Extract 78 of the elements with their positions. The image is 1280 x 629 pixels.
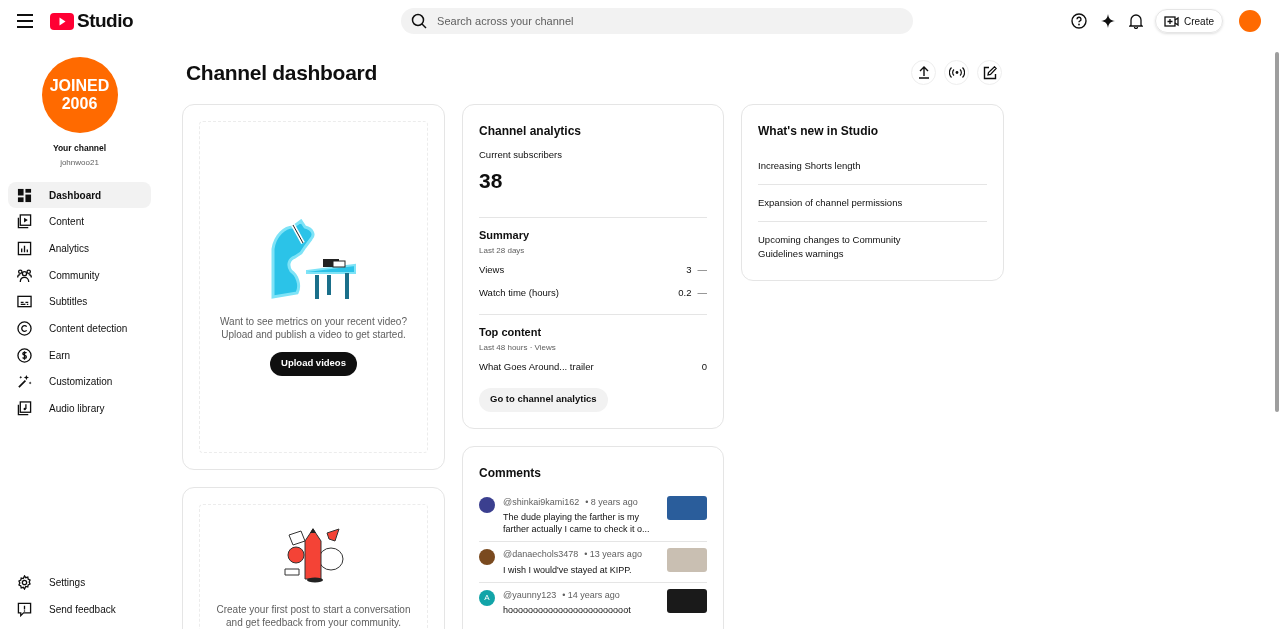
sparkle-icon[interactable] xyxy=(1101,14,1115,28)
channel-label: Your channel xyxy=(52,142,107,155)
news-link[interactable]: Expansion of channel permissions xyxy=(758,185,987,222)
comment-text: hoooooooooooooooooooooooot xyxy=(503,604,632,616)
search-icon xyxy=(411,13,428,29)
comment-text: The dude playing the farther is my farther actually I came to check it o... xyxy=(503,511,651,535)
trend-indicator: — xyxy=(697,285,707,300)
card-title: Channel analytics xyxy=(479,123,583,140)
video-thumbnail[interactable] xyxy=(667,588,707,613)
video-thumbnail[interactable] xyxy=(667,495,707,520)
notifications-icon[interactable] xyxy=(1129,13,1143,29)
user-avatar: A xyxy=(479,589,495,606)
subscribers-label: Current subscribers xyxy=(479,148,563,162)
section-period: Last 28 days xyxy=(479,245,526,258)
post-prompt: Create your first post to start a conversation and get feedback from your community. xyxy=(215,603,412,629)
subscriber-count: 38 xyxy=(479,168,504,195)
nav-item[interactable]: Community xyxy=(8,261,151,289)
comment-time: • 13 years ago xyxy=(584,548,642,561)
metric-label: Watch time (hours) xyxy=(479,285,559,300)
bar-chart-icon xyxy=(17,240,32,256)
people-icon xyxy=(17,267,32,283)
nav-item[interactable]: Customization xyxy=(8,368,151,396)
news-link[interactable]: Increasing Shorts length xyxy=(758,148,987,185)
analytics-button[interactable]: Go to channel analytics xyxy=(479,387,608,412)
copyright-icon xyxy=(17,321,32,337)
subtitles-icon xyxy=(17,294,32,310)
comment-author[interactable]: @yaunny123 xyxy=(503,588,557,602)
comment-time: • 14 years ago xyxy=(562,588,620,602)
nav-item[interactable]: Subtitles xyxy=(8,288,151,316)
metric-label: Views xyxy=(479,263,505,278)
nav-item[interactable]: Send feedback xyxy=(8,596,151,623)
nav-item[interactable]: Content detection xyxy=(8,315,151,342)
scrollbar[interactable] xyxy=(1275,52,1279,412)
trend-indicator: — xyxy=(697,263,707,278)
logo-icon xyxy=(50,12,74,30)
comment-text: I wish I would've stayed at KIPP. xyxy=(503,563,633,576)
dashboard-icon xyxy=(17,187,32,203)
nav-item[interactable]: Audio library xyxy=(8,395,151,422)
metric-value: 3 xyxy=(686,263,692,278)
section-title: Top content xyxy=(479,324,543,340)
nav-item[interactable]: Earn xyxy=(8,341,151,369)
card-title: What's new in Studio xyxy=(758,123,880,140)
nav-item[interactable]: Settings xyxy=(8,569,151,597)
comment-time: • 8 years ago xyxy=(585,495,638,509)
video-library-icon xyxy=(17,214,32,230)
menu-icon[interactable] xyxy=(16,14,34,28)
nav-item[interactable]: Dashboard xyxy=(8,181,151,209)
comment-author[interactable]: @danaechols3478 xyxy=(503,548,579,562)
broadcast-icon xyxy=(948,67,965,78)
nav-item[interactable]: Content xyxy=(8,208,151,236)
comment-author[interactable]: @shinkai9kami162 xyxy=(503,495,580,509)
edit-icon xyxy=(982,65,997,80)
upload-prompt: Want to see metrics on your recent video? Upload and publish a video to get started. xyxy=(219,314,408,341)
card-title: Comments xyxy=(479,464,542,482)
page-title: Channel dashboard xyxy=(186,59,377,86)
search-field[interactable]: Search across your channel xyxy=(401,8,914,34)
logo-text: Studio xyxy=(77,8,134,33)
upload-icon xyxy=(917,66,930,79)
user-avatar xyxy=(479,496,495,513)
video-add-icon xyxy=(1164,15,1179,27)
metric-value: 0 xyxy=(701,360,707,375)
nav-item[interactable]: Analytics xyxy=(8,235,151,262)
magic-wand-icon xyxy=(17,374,32,390)
video-thumbnail[interactable] xyxy=(667,548,707,572)
news-link[interactable]: Upcoming changes to Community Guidelines warnings xyxy=(758,222,987,272)
dollar-icon xyxy=(17,347,32,363)
feedback-icon xyxy=(17,602,32,618)
music-library-icon xyxy=(17,401,32,417)
account-avatar[interactable] xyxy=(1239,10,1261,32)
upload-videos-button[interactable]: Upload videos xyxy=(270,351,357,376)
metric-label: What Goes Around... trailer xyxy=(479,360,594,375)
user-avatar xyxy=(479,549,495,565)
settings-icon xyxy=(17,575,32,591)
section-period: Last 48 hours · Views xyxy=(479,342,557,355)
help-icon[interactable] xyxy=(1071,13,1087,29)
channel-handle: johnwoo21 xyxy=(60,156,99,169)
metric-value: 0.2 xyxy=(678,285,692,300)
section-title: Summary xyxy=(479,227,531,243)
